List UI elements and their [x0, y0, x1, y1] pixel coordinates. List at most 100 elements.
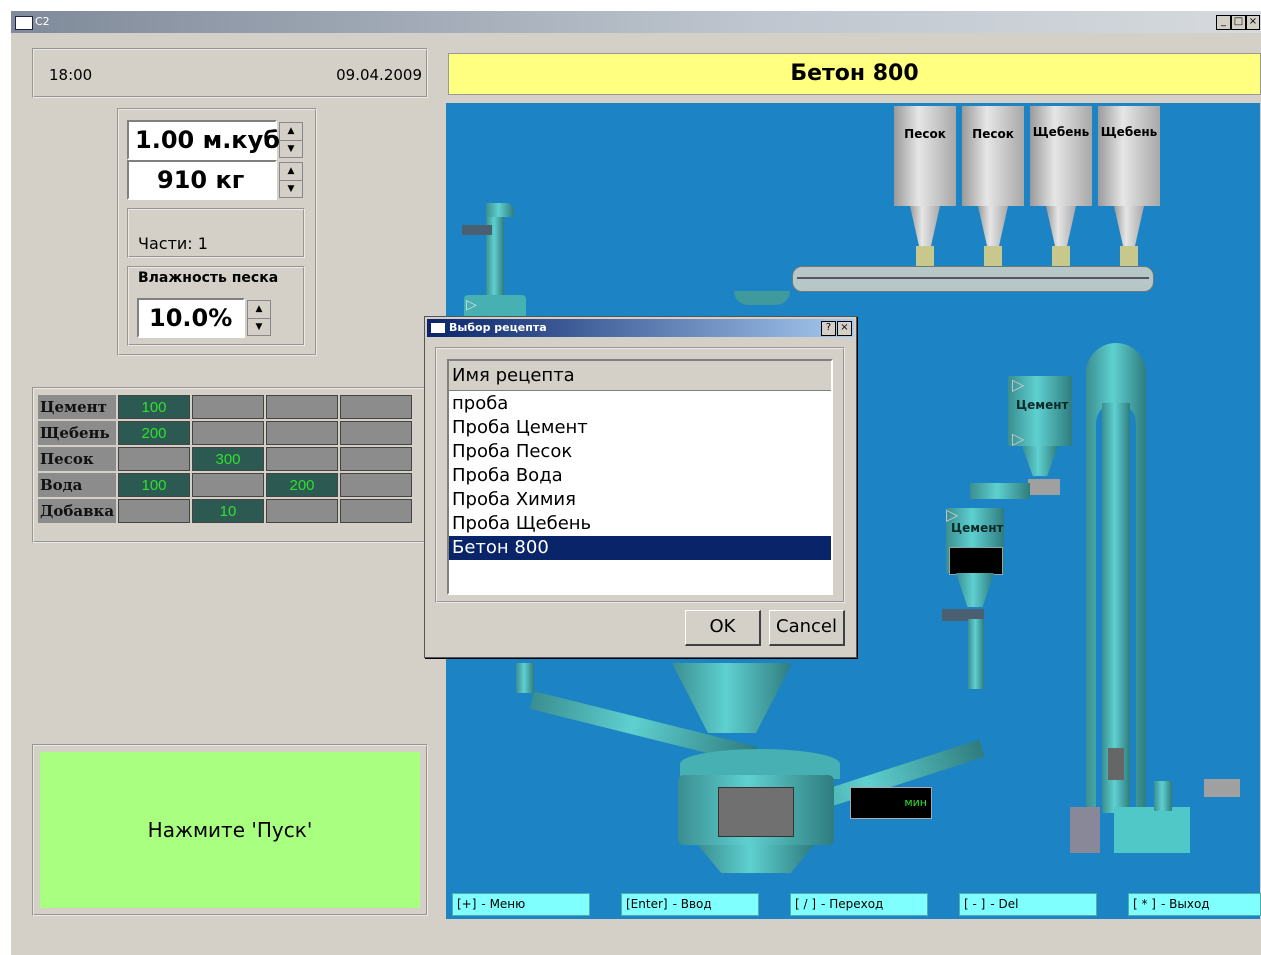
aggregate-chute	[672, 663, 792, 733]
start-prompt[interactable]: Нажмите 'Пуск'	[40, 752, 420, 908]
hopper-label: Щебень	[1032, 125, 1090, 139]
app-icon	[15, 16, 33, 30]
intake-screw	[1204, 779, 1240, 797]
conveyor-belt-line	[797, 277, 1149, 279]
cancel-button[interactable]: Cancel	[769, 610, 845, 646]
recipe-list-item[interactable]: Проба Щебень	[449, 512, 831, 536]
water-pipe-vertical	[486, 203, 504, 303]
window-title: C2	[35, 15, 50, 28]
hotkey-desc: - Переход	[821, 897, 884, 911]
weight-stepper[interactable]: ▲ ▼	[279, 162, 303, 198]
hotkey-desc: - Ввод	[672, 897, 712, 911]
material-dose-cell[interactable]	[340, 421, 412, 445]
weight-field[interactable]: 910 кг	[127, 160, 277, 200]
humidity-field[interactable]: 10.0%	[137, 298, 245, 338]
material-dose-cell[interactable]	[266, 499, 338, 523]
dialog-close-button[interactable]: ×	[837, 321, 852, 336]
material-dose-cell[interactable]: 200	[266, 473, 338, 497]
material-dose-cell[interactable]	[266, 421, 338, 445]
hopper-sand-2-cone	[978, 206, 1008, 246]
recipe-list-item[interactable]: Проба Вода	[449, 464, 831, 488]
hopper-gravel-1[interactable]	[1030, 106, 1092, 206]
weigher-cone	[956, 573, 994, 607]
hotkey-key: [ / ]	[795, 897, 817, 911]
material-dose-cell[interactable]: 10	[192, 499, 264, 523]
dialog-title-bar: Выбор рецепта ? ×	[427, 319, 854, 337]
recipe-list-item[interactable]: проба	[449, 392, 831, 416]
hotkey-key: [+]	[457, 897, 477, 911]
dialog-help-button[interactable]: ?	[821, 321, 836, 336]
cement-discharge-pipe	[968, 619, 984, 689]
recipe-list-item[interactable]: Проба Цемент	[449, 416, 831, 440]
hotkey-desc: - Del	[990, 897, 1019, 911]
material-dose-cell[interactable]: 100	[118, 473, 190, 497]
close-button[interactable]: ×	[1246, 15, 1260, 30]
cement-intake	[1114, 807, 1190, 853]
material-dose-cell[interactable]	[192, 473, 264, 497]
material-name: Песок	[38, 447, 116, 471]
minimize-button[interactable]: _	[1216, 15, 1231, 30]
material-row: Вода 100 200	[38, 473, 412, 497]
upper-level-low-icon[interactable]: ▷	[1012, 429, 1024, 448]
hopper-sand-1[interactable]	[894, 106, 956, 206]
intake-motor-icon	[1070, 807, 1100, 853]
material-dose-cell[interactable]	[118, 447, 190, 471]
mixer-cone	[698, 845, 814, 873]
volume-down-arrow-icon[interactable]: ▼	[280, 140, 302, 158]
clock-time: 18:00	[49, 66, 93, 84]
material-dose-cell[interactable]	[340, 473, 412, 497]
recipe-list-item[interactable]: Проба Песок	[449, 440, 831, 464]
material-name: Щебень	[38, 421, 116, 445]
aggregate-funnel	[734, 291, 790, 305]
water-valve[interactable]	[462, 225, 492, 235]
volume-stepper[interactable]: ▲ ▼	[279, 122, 303, 158]
volume-up-arrow-icon[interactable]: ▲	[280, 123, 302, 140]
humidity-up-arrow-icon[interactable]: ▲	[248, 301, 270, 318]
material-dose-cell[interactable]	[340, 447, 412, 471]
material-dose-cell[interactable]: 100	[118, 395, 190, 419]
batch-settings-panel: 1.00 м.куб ▲ ▼ 910 кг ▲ ▼ Части: 1 Влажн…	[117, 108, 317, 356]
gravel-1-flow	[1052, 246, 1070, 266]
weight-up-arrow-icon[interactable]: ▲	[280, 163, 302, 180]
material-dose-cell[interactable]: 300	[192, 447, 264, 471]
volume-value: 1.00 м.куб	[135, 126, 280, 154]
material-dose-cell[interactable]	[340, 395, 412, 419]
material-dose-cell[interactable]	[266, 447, 338, 471]
hotkey-desc: - Меню	[481, 897, 526, 911]
hotkey-hint: [+] - Меню	[452, 893, 590, 916]
hotkey-key: [ * ]	[1133, 897, 1156, 911]
humidity-stepper[interactable]: ▲ ▼	[247, 300, 271, 336]
weight-down-arrow-icon[interactable]: ▼	[280, 180, 302, 198]
material-dose-cell[interactable]	[340, 499, 412, 523]
mixer-blade-icon	[718, 787, 794, 837]
material-dose-cell[interactable]	[192, 395, 264, 419]
recipe-list-item[interactable]: Бетон 800	[449, 536, 831, 560]
timer-unit: мин	[904, 796, 927, 809]
recipe-list-frame: Имя рецепта проба Проба Цемент Проба Песок…	[435, 347, 845, 603]
column-header-recipe-name[interactable]: Имя рецепта	[449, 361, 831, 391]
material-dose-cell[interactable]	[192, 421, 264, 445]
humidity-down-arrow-icon[interactable]: ▼	[248, 318, 270, 336]
material-row: Цемент 100	[38, 395, 412, 419]
recipe-list-item[interactable]: Проба Химия	[449, 488, 831, 512]
material-dose-cell[interactable]	[118, 499, 190, 523]
material-name: Цемент	[38, 395, 116, 419]
hotkey-desc: - Выход	[1161, 897, 1210, 911]
upper-level-high-icon[interactable]: ▷	[1012, 375, 1024, 394]
start-panel: Нажмите 'Пуск'	[32, 744, 428, 916]
hopper-gravel-2[interactable]	[1098, 106, 1160, 206]
recipe-list[interactable]: Имя рецепта проба Проба Цемент Проба Песок…	[447, 359, 833, 595]
elevator-gate[interactable]	[1108, 748, 1124, 780]
dialog-title: Выбор рецепта	[449, 321, 547, 334]
weigher-level-icon[interactable]: ▷	[946, 505, 958, 524]
humidity-label: Влажность песка	[138, 270, 279, 286]
sand-2-flow	[984, 246, 1002, 266]
water-indicator-icon[interactable]: ▷	[466, 297, 477, 313]
maximize-button[interactable]: □	[1231, 15, 1246, 30]
material-dose-cell[interactable]: 200	[118, 421, 190, 445]
material-dose-cell[interactable]	[266, 395, 338, 419]
volume-field[interactable]: 1.00 м.куб	[127, 120, 280, 160]
hopper-sand-2[interactable]	[962, 106, 1024, 206]
material-name: Добавка	[38, 499, 116, 523]
ok-button[interactable]: OK	[685, 610, 761, 646]
